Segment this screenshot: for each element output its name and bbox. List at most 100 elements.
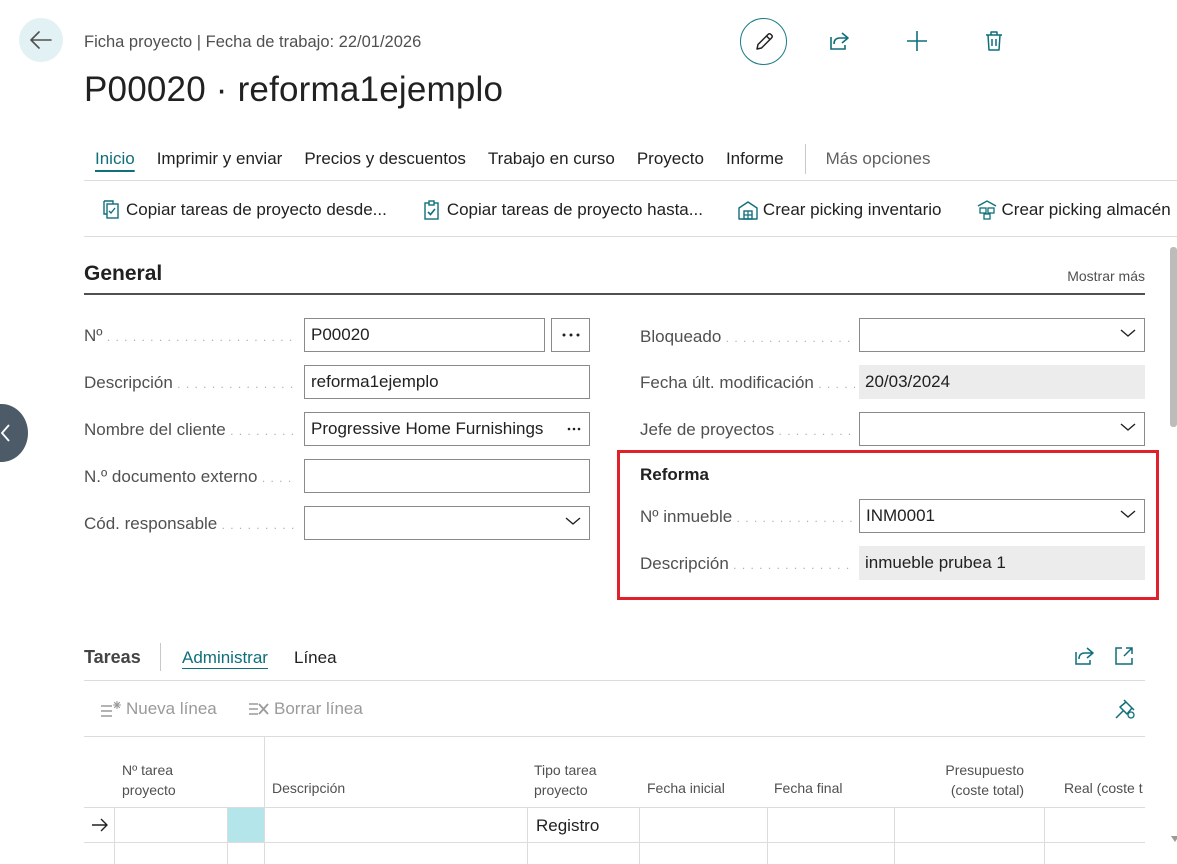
delete-line-button[interactable]: Borrar línea [248, 699, 363, 719]
chevron-down-icon [1120, 329, 1136, 337]
share-button[interactable] [818, 20, 860, 62]
new-button[interactable] [896, 20, 938, 62]
tab-trabajo-en-curso[interactable]: Trabajo en curso [488, 149, 615, 169]
tipo-tarea-cell[interactable]: Registro [536, 816, 599, 836]
warehouse-boxes-icon [977, 200, 996, 220]
grid-col-divider [639, 808, 640, 864]
more-dots-icon[interactable] [567, 427, 581, 431]
blocked-select[interactable] [859, 318, 1145, 352]
column-header-real[interactable]: Real (coste t [1064, 778, 1145, 798]
new-line-button[interactable]: Nueva línea [100, 699, 217, 719]
field-label-no-inmueble: Nº inmueble [640, 507, 855, 527]
show-more-link[interactable]: Mostrar más [1067, 268, 1145, 284]
arrow-right-icon [92, 818, 108, 832]
create-warehouse-pick-button[interactable]: Crear picking almacén [976, 199, 1171, 221]
field-label-descripcion-inmueble: Descripción [640, 554, 855, 574]
delete-line-icon [249, 703, 269, 715]
action-bar: Copiar tareas de proyecto desde... Copia… [100, 196, 1177, 224]
no-field[interactable]: P00020 [304, 318, 545, 352]
chevron-down-icon [1120, 423, 1136, 431]
chevron-down-icon [1120, 510, 1136, 518]
project-manager-select[interactable] [859, 412, 1145, 446]
warehouse-pick-icon [738, 201, 758, 220]
tab-more-options[interactable]: Más opciones [826, 149, 931, 169]
column-header-fecha-final[interactable]: Fecha final [774, 778, 842, 798]
column-header-fecha-inicial[interactable]: Fecha inicial [647, 778, 725, 798]
tab-informe[interactable]: Informe [726, 149, 784, 169]
share-list-button[interactable] [1073, 646, 1095, 671]
scroll-down-arrow[interactable] [1171, 836, 1177, 842]
responsibility-center-select[interactable] [304, 506, 590, 540]
edit-button[interactable] [740, 18, 787, 65]
back-button[interactable] [19, 18, 63, 62]
share-icon [1075, 647, 1094, 665]
description-field[interactable]: reforma1ejemplo [304, 365, 590, 399]
column-header-no-tarea[interactable]: Nº tarea proyecto [122, 760, 176, 800]
grid-col-divider [227, 808, 228, 864]
tareas-tabs-divider [84, 680, 1145, 681]
action-label: Copiar tareas de proyecto hasta... [446, 200, 703, 219]
grid-col-divider [894, 808, 895, 864]
tab-linea[interactable]: Línea [294, 648, 337, 668]
field-label-fecha-modificacion: Fecha últ. modificación [640, 373, 855, 393]
column-header-line: proyecto [534, 782, 588, 798]
copy-tasks-icon [103, 200, 119, 219]
arrow-left-icon [30, 31, 52, 49]
property-no-select[interactable]: INM0001 [859, 499, 1145, 533]
column-header-descripcion[interactable]: Descripción [272, 778, 345, 798]
new-line-label: Nueva línea [126, 699, 217, 718]
property-no-value: INM0001 [866, 506, 935, 525]
field-label-jefe-proyectos: Jefe de proyectos [640, 420, 855, 440]
tab-administrar[interactable]: Administrar [182, 648, 268, 668]
column-header-line: proyecto [122, 782, 176, 798]
property-description-field: inmueble prubea 1 [859, 546, 1145, 580]
vertical-scrollbar[interactable] [1170, 247, 1177, 427]
side-panel-toggle[interactable] [0, 404, 28, 462]
chevron-down-icon [565, 517, 581, 525]
tareas-divider [160, 643, 161, 671]
chevron-left-icon [1, 424, 10, 442]
personalize-button[interactable] [1114, 698, 1136, 725]
new-line-icon [101, 701, 121, 717]
action-tabs: Inicio Imprimir y enviar Precios y descu… [84, 144, 952, 174]
grid-col-divider [1044, 808, 1045, 864]
tareas-actions-divider [84, 736, 1145, 737]
copy-tasks-from-button[interactable]: Copiar tareas de proyecto desde... [100, 199, 387, 221]
more-dots-icon [562, 333, 579, 337]
grid-col-divider [527, 808, 528, 864]
group-title-reforma: Reforma [640, 465, 709, 484]
field-label-cod-responsable: Cód. responsable [84, 514, 294, 534]
selected-cell[interactable] [228, 808, 264, 842]
tab-imprimir-y-enviar[interactable]: Imprimir y enviar [157, 149, 283, 169]
customer-name-field[interactable]: Progressive Home Furnishings [304, 412, 590, 446]
customer-name-value: Progressive Home Furnishings [311, 419, 544, 438]
column-header-tipo-tarea[interactable]: Tipo tarea proyecto [534, 760, 597, 800]
table-row[interactable]: Registro [84, 808, 1145, 842]
actions-divider [84, 236, 1177, 237]
create-inventory-pick-button[interactable]: Crear picking inventario [737, 199, 942, 221]
pencil-icon [755, 32, 773, 50]
tab-precios-y-descuentos[interactable]: Precios y descuentos [304, 149, 466, 169]
delete-line-label: Borrar línea [274, 699, 363, 718]
grid-frozen-divider [264, 737, 265, 864]
copy-tasks-to-button[interactable]: Copiar tareas de proyecto hasta... [421, 199, 703, 221]
column-header-line: Nº tarea [122, 762, 174, 778]
column-header-line: Presupuesto [945, 762, 1024, 778]
section-title-general[interactable]: General [84, 262, 162, 286]
share-icon [830, 32, 849, 50]
expand-icon [1115, 647, 1133, 665]
plus-icon [907, 31, 927, 51]
field-label-documento-externo: N.º documento externo [84, 467, 294, 487]
expand-button[interactable] [1114, 646, 1134, 671]
tab-inicio[interactable]: Inicio [95, 149, 135, 169]
delete-button[interactable] [973, 20, 1015, 62]
tab-proyecto[interactable]: Proyecto [637, 149, 704, 169]
action-label: Crear picking almacén [1001, 200, 1171, 219]
external-document-field[interactable] [304, 459, 590, 493]
column-header-line: Tipo tarea [534, 762, 597, 778]
action-label: Copiar tareas de proyecto desde... [126, 200, 387, 219]
column-header-presupuesto[interactable]: Presupuesto (coste total) [930, 760, 1024, 800]
assist-edit-button[interactable] [551, 318, 590, 352]
clipboard-check-icon [424, 200, 439, 220]
tareas-title: Tareas [84, 647, 141, 667]
